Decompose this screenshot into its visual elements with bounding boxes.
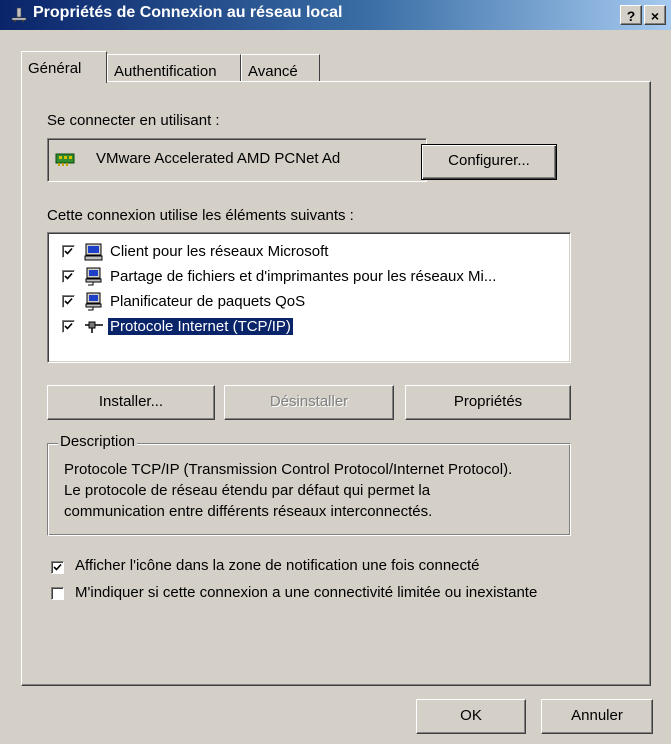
notify-limited-label[interactable]: M'indiquer si cette connexion a une conn… — [75, 583, 555, 603]
network-card-icon — [55, 151, 77, 171]
checkbox[interactable] — [62, 295, 75, 308]
description-groupbox: Protocole TCP/IP (Transmission Control P… — [47, 443, 571, 536]
list-item-tcpip[interactable]: Protocole Internet (TCP/IP) — [62, 316, 572, 340]
list-item-label: Planificateur de paquets QoS — [110, 293, 306, 310]
close-button[interactable]: × — [644, 5, 666, 25]
list-item-client[interactable]: Client pour les réseaux Microsoft — [62, 241, 572, 265]
description-title: Description — [58, 433, 138, 450]
show-icon-checkbox[interactable] — [51, 561, 64, 574]
ok-button[interactable]: OK — [416, 699, 526, 734]
components-label: Cette connexion utilise les éléments sui… — [47, 207, 354, 224]
list-item-label: Partage de fichiers et d'imprimantes pou… — [110, 268, 497, 285]
checkbox[interactable] — [62, 245, 75, 258]
tab-advanced-label: Avancé — [248, 63, 298, 80]
network-service-icon — [84, 267, 104, 287]
tab-panel-general: Se connecter en utilisant : VMware Accel… — [21, 81, 651, 686]
close-icon: × — [650, 8, 660, 24]
properties-dialog: Propriétés de Connexion au réseau local … — [0, 0, 671, 744]
cancel-button[interactable]: Annuler — [541, 699, 653, 734]
cancel-button-label: Annuler — [571, 707, 623, 724]
tab-general-label: Général — [28, 60, 82, 77]
uninstall-button[interactable]: Désinstaller — [224, 385, 394, 420]
adapter-field: VMware Accelerated AMD PCNet Ad — [47, 138, 427, 182]
description-body: Protocole TCP/IP (Transmission Control P… — [64, 459, 524, 532]
properties-button-label: Propriétés — [453, 393, 523, 410]
ok-button-label: OK — [460, 707, 482, 724]
network-client-icon — [84, 242, 104, 262]
network-service-icon — [84, 292, 104, 312]
title-bar[interactable]: Propriétés de Connexion au réseau local … — [0, 0, 671, 30]
checkbox[interactable] — [62, 270, 75, 283]
window-title: Propriétés de Connexion au réseau local — [33, 4, 343, 21]
notify-limited-checkbox[interactable] — [51, 587, 64, 600]
install-button[interactable]: Installer... — [47, 385, 215, 420]
tab-general[interactable]: Général — [21, 51, 107, 83]
help-button[interactable]: ? — [620, 5, 642, 25]
list-item-file-sharing[interactable]: Partage de fichiers et d'imprimantes pou… — [62, 266, 572, 290]
list-item-label: Protocole Internet (TCP/IP) — [108, 318, 293, 335]
list-item-qos[interactable]: Planificateur de paquets QoS — [62, 291, 572, 315]
properties-button[interactable]: Propriétés — [405, 385, 571, 420]
network-protocol-icon — [84, 317, 104, 337]
checkbox[interactable] — [62, 320, 75, 333]
install-button-label: Installer... — [98, 393, 164, 410]
tab-authentication-label: Authentification — [114, 63, 217, 80]
network-connection-icon — [11, 7, 27, 23]
configure-button[interactable]: Configurer... — [421, 144, 557, 180]
tab-advanced[interactable]: Avancé — [241, 54, 320, 84]
connect-using-label: Se connecter en utilisant : — [47, 112, 220, 129]
show-icon-label[interactable]: Afficher l'icône dans la zone de notific… — [75, 557, 480, 574]
description-text: Protocole TCP/IP (Transmission Control P… — [64, 461, 513, 520]
adapter-name: VMware Accelerated AMD PCNet Ad — [96, 150, 341, 167]
components-list[interactable]: Client pour les réseaux Microsoft Partag… — [47, 232, 571, 363]
configure-button-label: Configurer... — [448, 152, 530, 169]
list-item-label: Client pour les réseaux Microsoft — [110, 243, 329, 260]
help-icon: ? — [626, 8, 636, 24]
tab-authentication[interactable]: Authentification — [107, 54, 241, 84]
uninstall-button-label: Désinstaller — [269, 393, 349, 410]
